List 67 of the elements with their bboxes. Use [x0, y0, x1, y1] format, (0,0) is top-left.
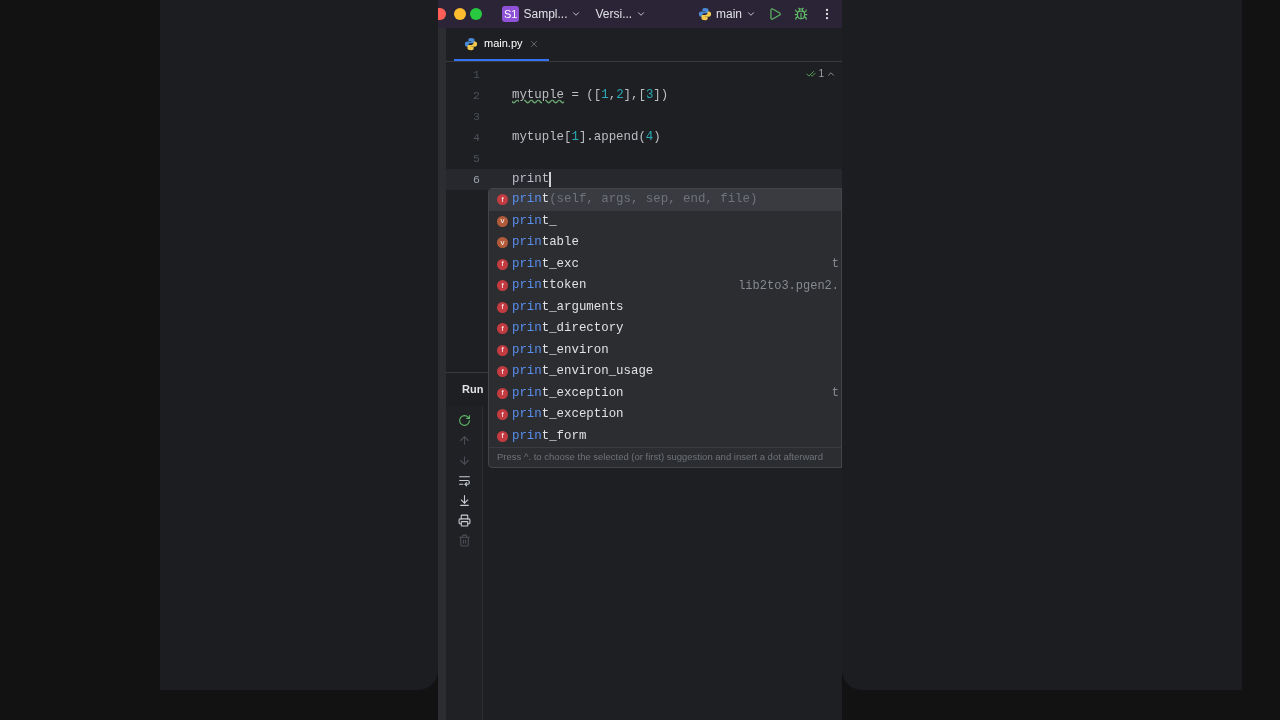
suggestion-item[interactable]: v print_ [489, 210, 841, 232]
suggestion-text: print_exception [512, 406, 624, 424]
suggestion-text: print_exc [512, 255, 579, 273]
function-badge: f [497, 301, 508, 313]
function-badge: f [497, 430, 508, 442]
suggestion-module: lib2to3.pgen2. [738, 277, 840, 295]
close-icon[interactable] [528, 38, 539, 49]
project-badge: S1 [502, 5, 520, 23]
suggestion-item[interactable]: f printtoken lib2to3.pgen2. [489, 275, 841, 297]
printer-icon[interactable] [457, 514, 471, 527]
line-number: 6 [472, 171, 481, 188]
suggestion-item[interactable]: f print_environ_usage [489, 361, 841, 383]
file-tab[interactable]: main.py [454, 28, 549, 61]
run-config-selector[interactable]: main [698, 5, 756, 23]
debug-icon[interactable] [794, 7, 808, 21]
project-selector[interactable]: S1 Sampl... [502, 5, 582, 23]
variable-badge: v [497, 237, 508, 249]
function-badge: f [497, 194, 508, 206]
suggestion-text: printable [512, 234, 579, 252]
suggestion-item[interactable]: f print_exception t [489, 382, 841, 404]
close-window-button[interactable] [438, 8, 446, 20]
code-line: mytuple = ([1,2],[3]) [512, 87, 669, 105]
suggestion-text: print_directory [512, 320, 624, 338]
inspection-check-icon [806, 68, 817, 79]
function-badge: f [497, 280, 508, 292]
suggestion-text: print_exception [512, 384, 624, 402]
suggestion-text: print_form [512, 427, 587, 445]
suggestion-item[interactable]: f print_environ [489, 339, 841, 361]
suggestion-item[interactable]: f print(self, args, sep, end, file) [489, 189, 841, 211]
suggestion-text: print_arguments [512, 298, 624, 316]
chevron-down-icon [746, 9, 756, 19]
rerun-icon[interactable] [457, 414, 471, 427]
suggestion-module: t [831, 385, 840, 403]
function-badge: f [497, 366, 508, 378]
vcs-selector[interactable]: Versi... [595, 5, 647, 23]
completion-hint: Press ^. to choose the selected (or first) suggestion and insert a dot afterward [489, 447, 841, 467]
suggestion-text: printtoken [512, 277, 587, 295]
suggestion-item[interactable]: f print_directory [489, 318, 841, 340]
scroll-to-end-icon[interactable] [457, 494, 471, 507]
suggestion-text: print_environ [512, 341, 609, 359]
code-line: print [512, 171, 550, 189]
python-icon [464, 36, 478, 51]
python-icon [698, 7, 712, 21]
suggestion-module: t [831, 256, 840, 274]
maximize-window-button[interactable] [470, 8, 482, 20]
variable-badge: v [497, 215, 508, 227]
code-line: mytuple[1].append(4) [512, 129, 661, 147]
suggestion-item[interactable]: f print_exception [489, 404, 841, 426]
suggestion-item[interactable]: f print_form [489, 425, 841, 447]
suggestion-item[interactable]: f print_exc t [489, 253, 841, 275]
inspection-count: 1 [818, 67, 824, 81]
suggestion-text: print_ [512, 212, 557, 230]
suggestion-text: print_environ_usage [512, 363, 654, 381]
run-panel-title[interactable]: Run [462, 381, 484, 398]
run-icon[interactable] [768, 7, 782, 21]
function-badge: f [497, 409, 508, 421]
minimize-window-button[interactable] [454, 8, 466, 20]
suggestion-text: print(self, args, sep, end, file) [512, 191, 758, 209]
chevron-down-icon [571, 9, 582, 19]
function-badge: f [497, 258, 508, 270]
suggestion-item[interactable]: v printable [489, 232, 841, 254]
function-badge: f [497, 344, 508, 356]
function-badge: f [497, 323, 508, 335]
chevron-down-icon [636, 9, 647, 19]
function-badge: f [497, 387, 508, 399]
suggestion-item[interactable]: f print_arguments [489, 296, 841, 318]
soft-wrap-icon[interactable] [457, 474, 471, 487]
